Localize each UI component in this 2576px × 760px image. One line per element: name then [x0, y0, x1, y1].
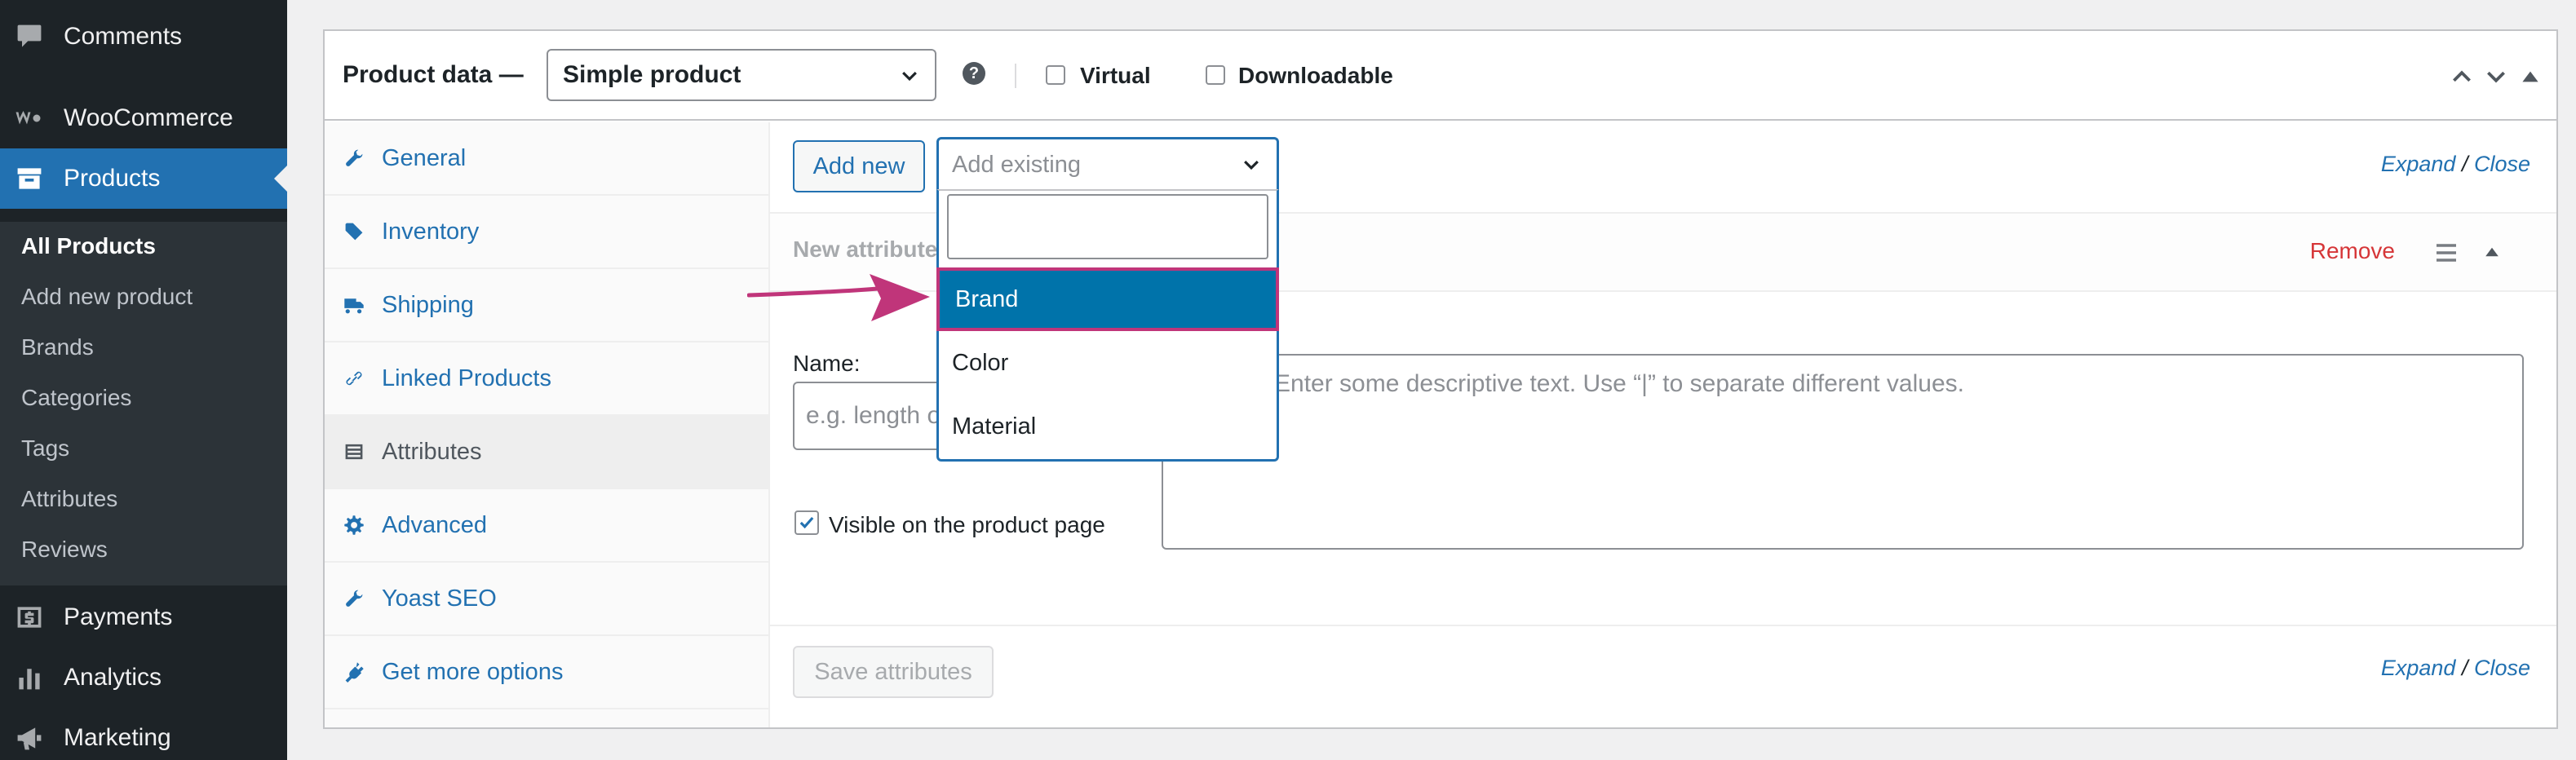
annotation-arrow-icon [747, 274, 930, 321]
close-link[interactable]: Close [2474, 656, 2530, 680]
drag-handle-icon[interactable] [2434, 241, 2459, 264]
menu-comments-label: Comments [64, 23, 183, 50]
truck-icon [343, 294, 365, 316]
menu-marketing[interactable]: Marketing [0, 708, 287, 760]
add-existing-select[interactable]: Add existing [936, 137, 1279, 191]
move-down-icon[interactable] [2483, 64, 2509, 90]
menu-analytics[interactable]: Analytics [0, 647, 287, 708]
link-icon [343, 367, 365, 390]
menu-payments[interactable]: Payments [0, 587, 287, 647]
submenu-reviews[interactable]: Reviews [21, 537, 108, 563]
virtual-checkbox[interactable] [1046, 65, 1065, 85]
visible-on-product-page-checkbox[interactable] [794, 510, 819, 535]
tab-linked-products-label: Linked Products [382, 365, 551, 391]
tab-inventory[interactable]: Inventory [325, 196, 768, 269]
product-data-tabs: General Inventory Shipping Linked Produc… [325, 122, 770, 727]
dropdown-option-brand[interactable]: Brand [936, 267, 1279, 331]
menu-analytics-label: Analytics [64, 664, 162, 691]
add-new-button[interactable]: Add new [793, 140, 925, 192]
archive-box-icon [13, 162, 46, 195]
product-type-select[interactable]: Simple product [547, 49, 936, 101]
chevron-down-icon [1244, 160, 1259, 170]
wrench-icon [343, 587, 365, 610]
submenu-add-new-product[interactable]: Add new product [21, 284, 193, 310]
product-data-title: Product data — [343, 61, 524, 88]
close-link[interactable]: Close [2474, 152, 2530, 176]
menu-products[interactable]: Products [0, 148, 287, 209]
menu-woocommerce[interactable]: WooCommerce [0, 88, 287, 148]
remove-link[interactable]: Remove [2310, 238, 2395, 264]
tab-attributes[interactable]: Attributes [325, 416, 768, 489]
admin-sidebar: Comments WooCommerce Products All Produc… [0, 0, 287, 760]
menu-woocommerce-label: WooCommerce [64, 104, 233, 131]
product-data-header: Product data — Simple product ? Virtual … [325, 31, 2556, 121]
collapse-arrow-icon[interactable] [2481, 241, 2503, 263]
woocommerce-icon [13, 102, 46, 135]
tab-general-label: General [382, 144, 467, 171]
downloadable-label: Downloadable [1238, 63, 1393, 88]
box-controls [2449, 64, 2543, 90]
checkmark-icon [799, 516, 814, 529]
virtual-label: Virtual [1080, 63, 1151, 88]
bar-chart-icon [13, 661, 46, 694]
plugin-icon [343, 661, 365, 683]
expand-link[interactable]: Expand [2381, 656, 2456, 680]
menu-marketing-label: Marketing [64, 724, 171, 751]
expand-close-separator: / [2461, 152, 2468, 176]
menu-products-label: Products [64, 165, 161, 192]
downloadable-checkbox[interactable] [1206, 65, 1225, 85]
tab-advanced[interactable]: Advanced [325, 489, 768, 563]
tab-get-more-options[interactable]: Get more options [325, 636, 768, 709]
move-up-icon[interactable] [2449, 64, 2475, 90]
dropdown-option-material[interactable]: Material [939, 395, 1277, 458]
save-attributes-button[interactable]: Save attributes [793, 646, 994, 698]
add-existing-placeholder: Add existing [952, 152, 1081, 178]
expand-close-separator: / [2461, 656, 2468, 680]
submenu-attributes[interactable]: Attributes [21, 486, 117, 512]
expand-close-bottom: Expand / Close [2381, 656, 2530, 681]
tab-advanced-label: Advanced [382, 511, 487, 538]
visible-on-product-page-label: Visible on the product page [829, 512, 1105, 537]
dropdown-search-input[interactable] [947, 194, 1268, 259]
tab-shipping[interactable]: Shipping [325, 269, 768, 342]
list-view-icon [343, 440, 365, 463]
attributes-toolbar: Save attributes Expand / Close [770, 625, 2556, 727]
tab-linked-products[interactable]: Linked Products [325, 342, 768, 416]
submenu-categories[interactable]: Categories [21, 385, 131, 411]
expand-link[interactable]: Expand [2381, 152, 2456, 176]
submenu-all-products[interactable]: All Products [21, 233, 156, 259]
tab-general[interactable]: General [325, 122, 768, 196]
menu-payments-label: Payments [64, 603, 173, 630]
tab-yoast-seo-label: Yoast SEO [382, 585, 497, 612]
tab-attributes-label: Attributes [382, 438, 482, 465]
expand-close-top: Expand / Close [2381, 152, 2530, 177]
product-type-value: Simple product [563, 61, 741, 88]
help-icon[interactable]: ? [963, 62, 985, 85]
tab-inventory-label: Inventory [382, 218, 480, 245]
attribute-values-textarea[interactable]: Enter some descriptive text. Use “|” to … [1162, 354, 2524, 550]
product-data-box: Product data — Simple product ? Virtual … [323, 29, 2558, 729]
tab-yoast-seo[interactable]: Yoast SEO [325, 563, 768, 636]
wrench-icon [343, 147, 365, 170]
menu-comments[interactable]: Comments [0, 7, 287, 67]
new-attribute-title: New attribute [793, 236, 938, 262]
tab-get-more-options-label: Get more options [382, 658, 564, 685]
tab-shipping-label: Shipping [382, 291, 474, 318]
submenu-brands[interactable]: Brands [21, 334, 94, 360]
products-submenu: All Products Add new product Brands Cate… [0, 222, 287, 585]
toggle-panel-icon[interactable] [2517, 64, 2543, 90]
gear-icon [343, 514, 365, 537]
dropdown-option-color[interactable]: Color [939, 331, 1277, 395]
chevron-down-icon [902, 71, 917, 82]
dollar-icon [13, 601, 46, 634]
add-existing-dropdown: Brand Color Material [936, 189, 1279, 462]
submenu-tags[interactable]: Tags [21, 435, 69, 462]
tag-icon [343, 220, 365, 243]
comments-icon [13, 20, 46, 53]
header-divider [1015, 64, 1016, 88]
megaphone-icon [13, 722, 46, 754]
name-label: Name: [793, 351, 861, 376]
